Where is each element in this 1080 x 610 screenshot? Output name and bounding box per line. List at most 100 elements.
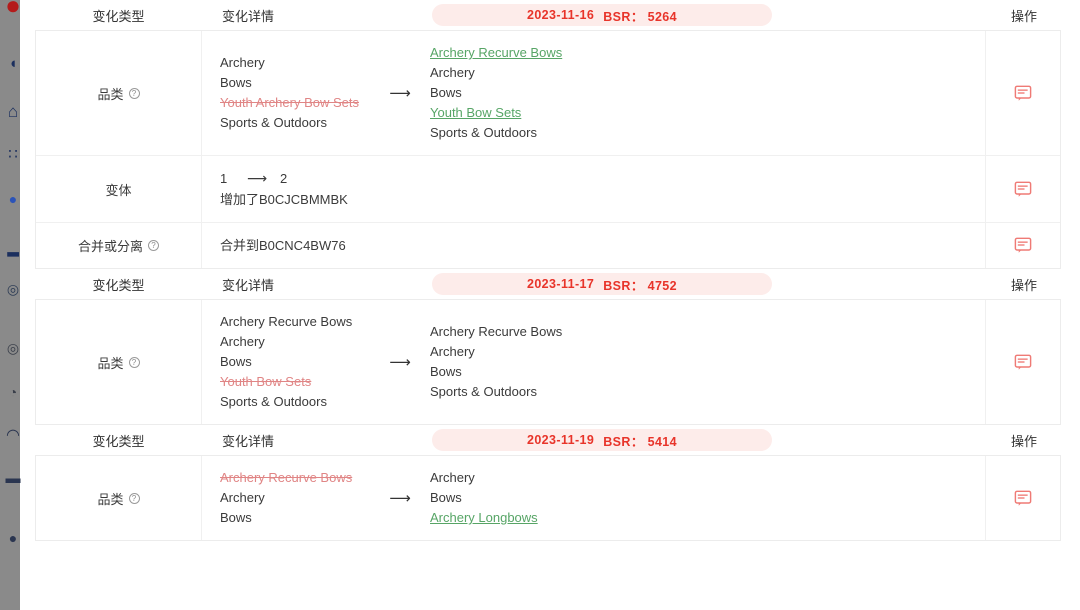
change-table: 品类? Archery Recurve Bows Archery Bows Youth …	[35, 299, 1061, 425]
comment-icon[interactable]	[1014, 85, 1032, 102]
side-strip-gap	[20, 0, 35, 610]
help-question-icon[interactable]: ?	[128, 356, 140, 368]
cloud-icon[interactable]: ◠	[2, 425, 24, 447]
eye-icon[interactable]: ◔	[2, 381, 24, 403]
category-item[interactable]: Archery Recurve Bows	[430, 43, 660, 63]
category-item: Bows	[220, 510, 252, 525]
category-item: Bows	[430, 364, 462, 379]
category-list-new: Archery Bows Archery Longbows	[430, 468, 660, 528]
category-item: Sports & Outdoors	[430, 125, 537, 140]
cell-change-detail: 1 ⟶ 2 增加了B0CJCBMMBK	[202, 156, 986, 222]
cell-change-type: 合并或分离?	[36, 223, 202, 268]
comment-icon[interactable]	[1014, 354, 1032, 371]
header-pill-wrap: 2023-11-19 BSR： 5414	[432, 429, 987, 451]
header-change-detail: 变化详情	[222, 8, 275, 24]
category-item: Sports & Outdoors	[220, 394, 327, 409]
change-type-label: 变体	[105, 182, 132, 198]
change-table: 品类? Archery Recurve Bows Archery Bows ⟶ Arche…	[35, 455, 1061, 541]
category-item: Archery	[220, 55, 265, 70]
category-item: Archery	[430, 470, 475, 485]
category-item: Archery	[430, 344, 475, 359]
category-item: Archery	[430, 65, 475, 80]
bsr-value: BSR： 5414	[603, 434, 678, 449]
cell-change-type: 变体	[36, 156, 202, 222]
change-type-label: 品类	[97, 86, 124, 102]
category-item[interactable]: Youth Bow Sets	[430, 103, 660, 123]
change-table: 品类? Archery Bows Youth Archery Bow Sets Spor…	[35, 30, 1061, 269]
change-group: 变化类型 变化详情 2023-11-16 BSR： 5264 操作 品类? Archery B…	[35, 0, 1061, 269]
comment-icon[interactable]	[1014, 181, 1032, 198]
change-date: 2023-11-17	[526, 277, 595, 291]
asin-change-history-table: 变化类型 变化详情 2023-11-16 BSR： 5264 操作 品类? Archery B…	[35, 0, 1061, 610]
group-header: 变化类型 变化详情 2023-11-16 BSR： 5264 操作	[35, 0, 1061, 30]
category-list-new: Archery Recurve Bows Archery Bows Sports & …	[430, 322, 660, 402]
cell-change-detail: Archery Bows Youth Archery Bow Sets Sports …	[202, 31, 986, 155]
browser-side-strip[interactable]: ● ◖ ⌂ ∷ ● ▂ ◎ ◎ ◔ ◠ ▬ ●	[0, 0, 21, 610]
header-change-detail: 变化详情	[222, 277, 275, 293]
cell-action[interactable]	[986, 456, 1060, 540]
category-item: Sports & Outdoors	[430, 384, 537, 399]
cell-change-type: 品类?	[36, 31, 202, 155]
category-diff: Archery Recurve Bows Archery Bows Youth Bow…	[220, 312, 660, 412]
help-question-icon[interactable]: ?	[128, 87, 140, 99]
cell-action[interactable]	[986, 223, 1060, 268]
header-change-type: 变化类型	[92, 433, 145, 449]
record-dot-icon[interactable]: ●	[2, 0, 24, 16]
header-action: 操作	[1010, 8, 1037, 24]
category-list-old: Archery Recurve Bows Archery Bows	[220, 468, 370, 528]
category-item: Archery Recurve Bows	[430, 324, 563, 339]
category-item: Bows	[430, 490, 462, 505]
header-action: 操作	[1010, 433, 1037, 449]
bsr-value: BSR： 5264	[603, 9, 678, 24]
table-row: 品类? Archery Recurve Bows Archery Bows Youth …	[36, 300, 1060, 424]
category-item: Youth Archery Bow Sets	[220, 95, 359, 110]
cell-action[interactable]	[986, 300, 1060, 424]
header-pill-wrap: 2023-11-16 BSR： 5264	[432, 4, 987, 26]
comment-icon[interactable]	[1014, 237, 1032, 254]
chat-bubble-icon[interactable]: ◖	[2, 52, 24, 74]
variant-arrow-icon: ⟶	[246, 170, 268, 186]
apps-grid-icon[interactable]: ∷	[2, 143, 24, 165]
change-type-label: 品类	[97, 355, 124, 371]
camera-icon[interactable]: ◎	[2, 337, 24, 359]
table-row: 品类? Archery Bows Youth Archery Bow Sets Spor…	[36, 31, 1060, 156]
settings-circle-icon[interactable]: ◎	[2, 278, 24, 300]
cell-action[interactable]	[986, 31, 1060, 155]
category-item[interactable]: Archery Longbows	[430, 508, 660, 528]
category-item: Sports & Outdoors	[220, 115, 327, 130]
help-question-icon[interactable]: ?	[148, 240, 159, 251]
category-item: Archery	[220, 334, 265, 349]
category-diff: Archery Bows Youth Archery Bow Sets Sports …	[220, 43, 660, 143]
help-question-icon[interactable]: ?	[128, 492, 140, 504]
browser-globe-icon[interactable]: ●	[2, 188, 24, 210]
category-item: Archery Recurve Bows	[220, 314, 353, 329]
category-list-new: Archery Recurve Bows Archery Bows Youth Bow…	[430, 43, 660, 143]
category-list-old: Archery Recurve Bows Archery Bows Youth Bow…	[220, 312, 370, 412]
category-item: Youth Bow Sets	[220, 374, 312, 389]
comment-icon[interactable]	[1014, 490, 1032, 507]
variant-count-to: 2	[280, 171, 288, 186]
diff-arrow-icon: ⟶	[389, 489, 411, 507]
variant-count-from: 1	[220, 171, 228, 186]
header-change-detail: 变化详情	[222, 433, 275, 449]
table-row: 变体 1 ⟶ 2 增加了B0CJCBMMBK	[36, 156, 1060, 223]
change-group: 变化类型 变化详情 2023-11-19 BSR： 5414 操作 品类? Archery …	[35, 425, 1061, 541]
variant-detail: 1 ⟶ 2 增加了B0CJCBMMBK	[220, 168, 348, 210]
bsr-value: BSR： 4752	[603, 278, 678, 293]
header-action: 操作	[1010, 277, 1037, 293]
cell-change-type: 品类?	[36, 300, 202, 424]
home-icon[interactable]: ⌂	[2, 100, 24, 122]
category-item: Archery	[220, 490, 265, 505]
wallet-icon[interactable]: ▬	[2, 467, 24, 489]
category-item: Bows	[430, 85, 462, 100]
diff-arrow-icon: ⟶	[389, 353, 411, 371]
bar-chart-icon[interactable]: ▂	[2, 237, 24, 259]
variant-count-change: 1 ⟶ 2	[220, 168, 348, 189]
table-row: 合并或分离? 合并到B0CNC4BW76	[36, 223, 1060, 268]
category-item: Bows	[220, 75, 252, 90]
cell-action[interactable]	[986, 156, 1060, 222]
variant-note: 增加了B0CJCBMMBK	[220, 192, 348, 207]
category-item: Archery Recurve Bows	[220, 470, 353, 485]
cell-change-detail: Archery Recurve Bows Archery Bows Youth Bow…	[202, 300, 986, 424]
shield-icon[interactable]: ●	[2, 527, 24, 549]
